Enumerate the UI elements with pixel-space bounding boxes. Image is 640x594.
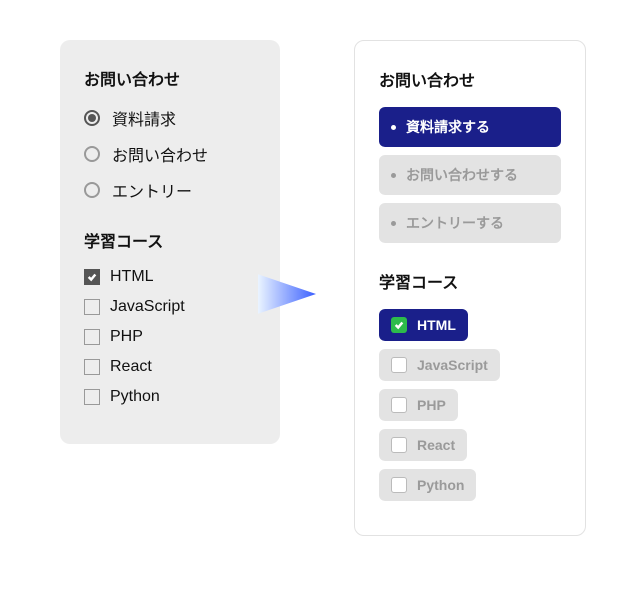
- radio-label: お問い合わせ: [112, 142, 208, 166]
- checkbox-php[interactable]: PHP: [84, 328, 256, 346]
- chip-label: React: [417, 437, 455, 453]
- bullet-icon: [391, 125, 396, 130]
- checkbox-icon: [84, 389, 100, 405]
- radio-label: 資料請求: [112, 106, 176, 130]
- checkbox-icon: [391, 477, 407, 493]
- checkbox-label: React: [110, 358, 152, 376]
- option-label: お問い合わせする: [406, 165, 518, 185]
- radio-entry[interactable]: エントリー: [84, 178, 256, 202]
- checkbox-icon: [391, 437, 407, 453]
- inquiry-heading: お問い合わせ: [84, 66, 256, 90]
- checkbox-html[interactable]: HTML: [84, 268, 256, 286]
- chip-label: PHP: [417, 397, 446, 413]
- inquiry-heading: お問い合わせ: [379, 67, 561, 91]
- courses-heading: 学習コース: [84, 228, 256, 252]
- bullet-icon: [391, 173, 396, 178]
- radio-inquiry[interactable]: お問い合わせ: [84, 142, 256, 166]
- chip-javascript[interactable]: JavaScript: [379, 349, 500, 381]
- option-entry[interactable]: エントリーする: [379, 203, 561, 243]
- courses-heading: 学習コース: [379, 269, 561, 293]
- checkbox-label: JavaScript: [110, 298, 185, 316]
- checkbox-icon: [84, 299, 100, 315]
- radio-label: エントリー: [112, 178, 192, 202]
- chip-php[interactable]: PHP: [379, 389, 458, 421]
- radio-dot-icon: [84, 146, 100, 162]
- option-inquiry[interactable]: お問い合わせする: [379, 155, 561, 195]
- chip-html[interactable]: HTML: [379, 309, 468, 341]
- checkbox-icon: [84, 269, 100, 285]
- chip-label: Python: [417, 477, 464, 493]
- checkbox-icon: [84, 359, 100, 375]
- checkbox-icon: [391, 317, 407, 333]
- radio-dot-icon: [84, 182, 100, 198]
- option-label: 資料請求する: [406, 117, 490, 137]
- chip-label: HTML: [417, 317, 456, 333]
- checkbox-icon: [391, 357, 407, 373]
- checkbox-label: PHP: [110, 328, 143, 346]
- chip-react[interactable]: React: [379, 429, 467, 461]
- chip-label: JavaScript: [417, 357, 488, 373]
- checkbox-react[interactable]: React: [84, 358, 256, 376]
- option-label: エントリーする: [406, 213, 504, 233]
- option-request-docs[interactable]: 資料請求する: [379, 107, 561, 147]
- checkbox-javascript[interactable]: JavaScript: [84, 298, 256, 316]
- bullet-icon: [391, 221, 396, 226]
- radio-request-docs[interactable]: 資料請求: [84, 106, 256, 130]
- checkbox-label: Python: [110, 388, 160, 406]
- styled-form-panel: お問い合わせ 資料請求する お問い合わせする エントリーする 学習コース HTM…: [354, 40, 586, 536]
- chip-python[interactable]: Python: [379, 469, 476, 501]
- radio-dot-icon: [84, 110, 100, 126]
- plain-form-panel: お問い合わせ 資料請求 お問い合わせ エントリー 学習コース HTML Java…: [60, 40, 280, 444]
- checkbox-icon: [391, 397, 407, 413]
- checkbox-label: HTML: [110, 268, 154, 286]
- checkbox-python[interactable]: Python: [84, 388, 256, 406]
- checkbox-icon: [84, 329, 100, 345]
